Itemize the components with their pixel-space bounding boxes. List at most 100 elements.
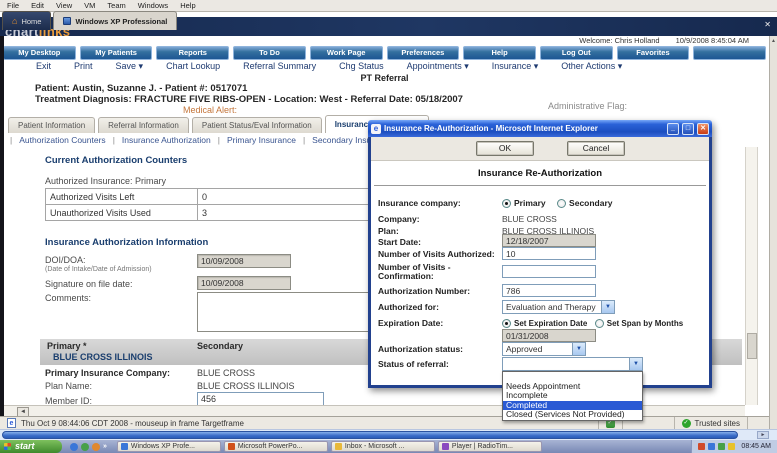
dropdown-option-completed[interactable]: Completed <box>503 400 642 410</box>
tab-patient-information[interactable]: Patient Information <box>8 117 96 133</box>
screen: File Edit View VM Team Windows Help ✕ ch… <box>0 0 777 453</box>
nav-favorites[interactable]: Favorites <box>616 46 690 60</box>
dropdown-option-blank[interactable] <box>503 372 642 382</box>
authorization-status-label: Authorization status: <box>378 344 463 354</box>
taskbar-item-player[interactable]: Player | RadioTim... <box>437 441 542 452</box>
doi-date-field[interactable] <box>197 254 291 268</box>
ie-quicklaunch-icon[interactable] <box>70 442 78 451</box>
dialog-button-bar: OK Cancel <box>371 137 709 161</box>
scrollbar-thumb[interactable] <box>747 333 757 359</box>
nav-work-page[interactable]: Work Page <box>309 46 383 60</box>
outer-scrollbar[interactable]: ▲ ▼ <box>769 36 777 437</box>
comments-field[interactable] <box>197 292 369 332</box>
menu-save[interactable]: Save ▾ <box>116 61 144 73</box>
menu-chg-status[interactable]: Chg Status <box>339 61 384 73</box>
nav-help[interactable]: Help <box>463 46 536 60</box>
plan-name-value: BLUE CROSS ILLINOIS <box>197 381 295 391</box>
vm-menu-view[interactable]: View <box>56 0 72 11</box>
signature-date-field[interactable] <box>197 276 291 290</box>
vm-menu-windows[interactable]: Windows <box>138 0 168 11</box>
member-id-field[interactable] <box>197 392 324 406</box>
vm-menu-team[interactable]: Team <box>107 0 125 11</box>
radio-set-span-label[interactable]: Set Span by Months <box>607 319 683 328</box>
scroll-right-icon[interactable]: ► <box>757 431 769 439</box>
nav-preferences[interactable]: Preferences <box>386 46 460 60</box>
cancel-button[interactable]: Cancel <box>567 141 625 156</box>
nav-my-patients[interactable]: My Patients <box>79 46 153 60</box>
nav-my-desktop[interactable]: My Desktop <box>3 46 76 60</box>
vm-menu-file[interactable]: File <box>7 0 19 11</box>
nav-blank[interactable] <box>693 46 767 60</box>
dropdown-option-needs-appointment[interactable]: Needs Appointment <box>503 382 642 392</box>
menu-other-actions[interactable]: Other Actions ▾ <box>561 61 622 73</box>
mail-icon <box>334 443 342 450</box>
menu-print[interactable]: Print <box>74 61 93 73</box>
more-icon[interactable]: » <box>103 443 107 450</box>
vertical-scrollbar[interactable] <box>745 147 758 405</box>
maximize-icon[interactable]: □ <box>682 122 694 135</box>
plan-name-label: Plan Name: <box>45 381 93 391</box>
subtab-insurance-authorization[interactable]: Insurance Authorization <box>122 134 211 146</box>
chevron-down-icon[interactable]: ▼ <box>572 343 585 355</box>
radio-primary[interactable] <box>502 199 511 208</box>
radio-primary-label[interactable]: Primary <box>514 198 546 208</box>
tray-icon[interactable] <box>728 443 736 450</box>
scroll-up-icon[interactable]: ▲ <box>770 38 777 44</box>
status-of-referral-select[interactable]: ▼ <box>502 357 643 371</box>
doi-sublabel: (Date of Intake/Date of Admission) <box>45 266 152 273</box>
radio-secondary-label[interactable]: Secondary <box>569 198 612 208</box>
chevron-down-icon[interactable]: ▼ <box>601 301 614 313</box>
close-icon[interactable]: ✕ <box>764 21 771 29</box>
dialog-titlebar[interactable]: e Insurance Re-Authorization - Microsoft… <box>368 120 712 137</box>
authorization-status-select[interactable]: Approved ▼ <box>502 342 586 356</box>
ok-button[interactable]: OK <box>476 141 534 156</box>
nav-to-do[interactable]: To Do <box>233 46 306 60</box>
subtab-authorization-counters[interactable]: Authorization Counters <box>19 134 105 146</box>
vm-menu-vm[interactable]: VM <box>84 0 95 11</box>
tab-patient-status-eval[interactable]: Patient Status/Eval Information <box>191 117 322 133</box>
tab-bar: Patient Information Referral Information… <box>8 115 429 133</box>
taskbar-item-powerpoint[interactable]: Microsoft PowerPo... <box>223 441 328 452</box>
menu-exit[interactable]: Exit <box>36 61 51 73</box>
dialog-title: Insurance Re-Authorization - Microsoft I… <box>384 124 598 133</box>
authorized-insurance-line: Authorized Insurance: Primary <box>45 176 167 186</box>
nav-reports[interactable]: Reports <box>156 46 230 60</box>
menu-insurance[interactable]: Insurance ▾ <box>492 61 539 73</box>
close-icon[interactable]: ✕ <box>697 122 709 135</box>
media-quicklaunch-icon[interactable] <box>92 442 100 451</box>
tray-icon[interactable] <box>718 443 726 450</box>
vm-menu-edit[interactable]: Edit <box>31 0 44 11</box>
menu-appointments[interactable]: Appointments ▾ <box>407 61 469 73</box>
authorization-number-field[interactable] <box>502 284 596 297</box>
tray-icon[interactable] <box>698 443 706 450</box>
radio-set-expiration-label[interactable]: Set Expiration Date <box>514 319 587 328</box>
tab-referral-information[interactable]: Referral Information <box>98 117 189 133</box>
vm-tab-windows-xp[interactable]: Windows XP Professional <box>53 11 178 30</box>
authorized-for-select[interactable]: Evaluation and Therapy ▼ <box>502 300 615 314</box>
dropdown-option-closed[interactable]: Closed (Services Not Provided) <box>503 410 642 420</box>
menu-chart-lookup[interactable]: Chart Lookup <box>166 61 220 73</box>
start-date-field[interactable] <box>502 234 596 247</box>
minimize-icon[interactable]: _ <box>667 122 679 135</box>
dropdown-option-incomplete[interactable]: Incomplete <box>503 391 642 401</box>
visits-authorized-field[interactable] <box>502 247 596 260</box>
app-quicklaunch-icon[interactable] <box>81 442 89 451</box>
medical-alert-label: Medical Alert: <box>183 105 238 115</box>
taskbar-item-windows-xp[interactable]: Windows XP Profe... <box>116 441 221 452</box>
nav-log-out[interactable]: Log Out <box>539 46 613 60</box>
taskbar-item-inbox[interactable]: Inbox - Microsoft ... <box>330 441 435 452</box>
scrollbar-thumb[interactable] <box>2 431 738 439</box>
tray-icon[interactable] <box>708 443 716 450</box>
expiration-date-field[interactable] <box>502 329 596 342</box>
radio-set-span[interactable] <box>594 319 604 328</box>
start-button[interactable]: start <box>0 440 62 453</box>
radio-secondary[interactable] <box>557 199 567 208</box>
menu-referral-summary[interactable]: Referral Summary <box>243 61 316 73</box>
visits-confirmation-field[interactable] <box>502 265 596 278</box>
chevron-down-icon[interactable]: ▼ <box>629 358 642 370</box>
vm-menu-help[interactable]: Help <box>180 0 195 11</box>
vm-horizontal-scrollbar[interactable]: ► <box>0 429 777 440</box>
vm-tab-home[interactable]: ⌂ Home <box>2 11 52 30</box>
subtab-primary-insurance[interactable]: Primary Insurance <box>227 134 296 146</box>
radio-set-expiration-date[interactable] <box>502 319 511 328</box>
